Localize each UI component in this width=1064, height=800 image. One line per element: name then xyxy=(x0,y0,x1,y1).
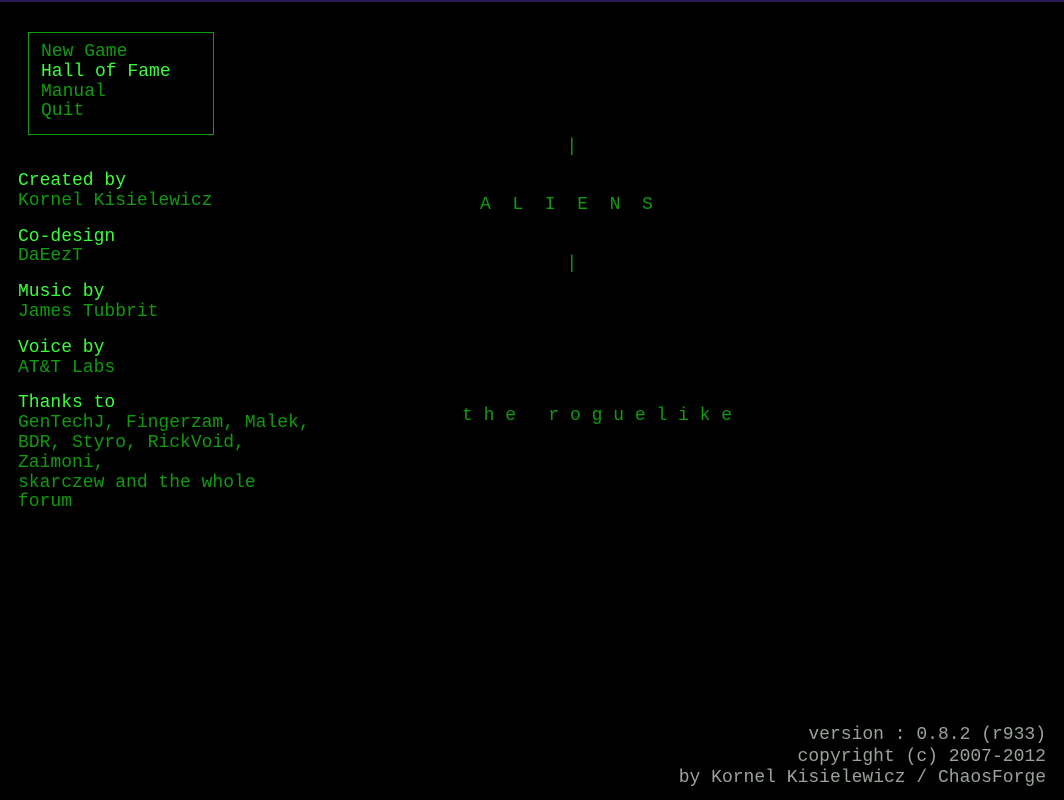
menu-item-manual[interactable]: Manual xyxy=(41,83,201,103)
credits-thanks-line3: skarczew and the whole forum xyxy=(18,474,318,514)
footer-version: version : 0.8.2 (r933) xyxy=(679,725,1046,747)
credits-thanks-label: Thanks to xyxy=(18,394,318,414)
footer-copyright: copyright (c) 2007-2012 xyxy=(679,747,1046,769)
title-subtitle: t h e r o g u e l i k e xyxy=(462,407,732,426)
credits-music-label: Music by xyxy=(18,283,318,303)
credits-created-by-value: Kornel Kisielewicz xyxy=(18,192,318,212)
footer: version : 0.8.2 (r933) copyright (c) 200… xyxy=(679,725,1046,790)
footer-by: by Kornel Kisielewicz / ChaosForge xyxy=(679,768,1046,790)
credits-codesign-value: DaEezT xyxy=(18,247,318,267)
credits-thanks-line1: GenTechJ, Fingerzam, Malek, xyxy=(18,414,318,434)
main-menu: New Game Hall of Fame Manual Quit xyxy=(28,32,214,135)
title-pipe-bottom: | xyxy=(480,255,732,274)
menu-item-new-game[interactable]: New Game xyxy=(41,43,201,63)
credits-voice-label: Voice by xyxy=(18,339,318,359)
credits-panel: Created by Kornel Kisielewicz Co-design … xyxy=(18,172,318,529)
credits-voice-value: AT&T Labs xyxy=(18,359,318,379)
credits-created-by-label: Created by xyxy=(18,172,318,192)
title-aliens: A L I E N S xyxy=(480,196,732,215)
credits-music-value: James Tubbrit xyxy=(18,303,318,323)
menu-item-hall-of-fame[interactable]: Hall of Fame xyxy=(41,63,201,83)
title-pipe-top: | xyxy=(480,138,732,157)
credits-thanks-line2: BDR, Styro, RickVoid, Zaimoni, xyxy=(18,434,318,474)
menu-item-quit[interactable]: Quit xyxy=(41,102,201,122)
credits-codesign-label: Co-design xyxy=(18,228,318,248)
title-ascii: | A L I E N S | t h e r o g u e l i k e xyxy=(480,98,732,445)
